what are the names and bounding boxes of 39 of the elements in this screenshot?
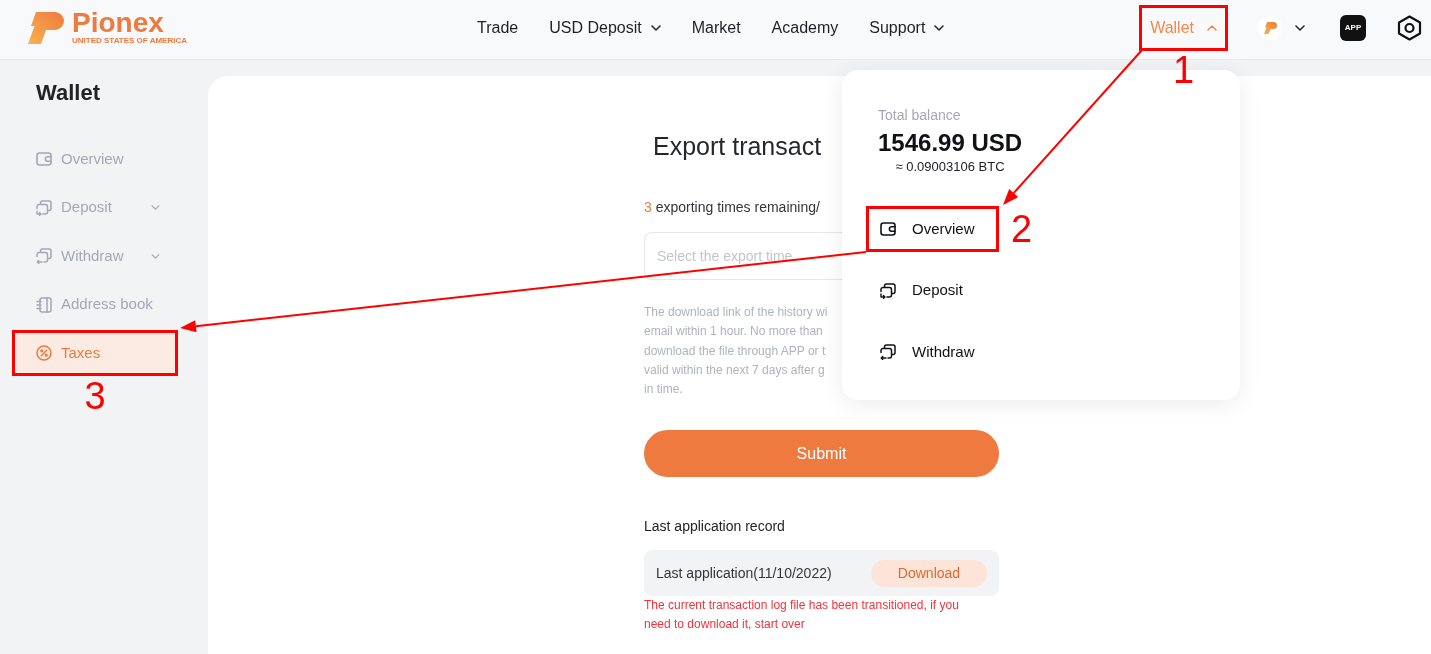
percent-icon <box>36 345 52 361</box>
settings-icon[interactable] <box>1397 14 1422 41</box>
dropdown-item[interactable]: Deposit <box>869 270 996 311</box>
record-label: Last application(11/10/2022) <box>656 564 832 583</box>
sidebar-title: Wallet <box>36 79 100 107</box>
nav-link[interactable]: Support <box>869 15 945 40</box>
wallet-icon <box>36 151 52 167</box>
nav-link[interactable]: Trade <box>477 15 519 40</box>
callout-number: 1 <box>1173 50 1195 89</box>
logo-wordmark: Pionex <box>72 9 164 36</box>
dropdown-item[interactable]: Withdraw <box>869 332 996 372</box>
chevron-up-icon <box>1207 24 1217 31</box>
logo-icon <box>28 11 64 44</box>
export-note: The download link of the history wi email within 1 hour. No more than download the file through APP or t valid within the next 7 days after g in time. <box>644 304 828 399</box>
logo-tagline: UNITED STATES OF AMERICA <box>72 35 187 46</box>
balance-label: Total balance <box>878 106 961 125</box>
transfer-out-icon <box>880 344 896 360</box>
error-message: The current transaction log file has been transitioned, if you need to download it, start over <box>644 597 960 634</box>
nav-link[interactable]: USD Deposit <box>549 15 661 40</box>
callout-number: 3 <box>84 377 106 415</box>
chevron-down-icon <box>1295 24 1305 31</box>
account-menu-button[interactable] <box>1258 15 1305 40</box>
record-heading: Last application record <box>644 517 785 537</box>
transfer-in-icon <box>36 199 52 216</box>
nav-link[interactable]: Academy <box>771 15 839 40</box>
dropdown-item[interactable]: Overview <box>869 209 996 249</box>
remaining-exports-text: 3 exporting times remaining/ <box>644 198 820 216</box>
avatar-icon <box>1258 15 1282 40</box>
export-time-select[interactable]: Select the export time <box>644 232 842 280</box>
page-title: Export transact <box>653 131 822 162</box>
transfer-out-icon <box>36 248 52 264</box>
nav-link[interactable]: Market <box>691 15 741 40</box>
balance-amount: 1546.99 USD <box>878 128 1023 158</box>
wallet-icon <box>880 221 896 237</box>
book-icon <box>36 296 52 313</box>
balance-btc: ≈ 0.09003106 BTC <box>895 158 1005 176</box>
app-button[interactable]: APP <box>1340 14 1366 41</box>
transfer-in-icon <box>880 282 896 299</box>
callout-number: 2 <box>1011 210 1033 248</box>
